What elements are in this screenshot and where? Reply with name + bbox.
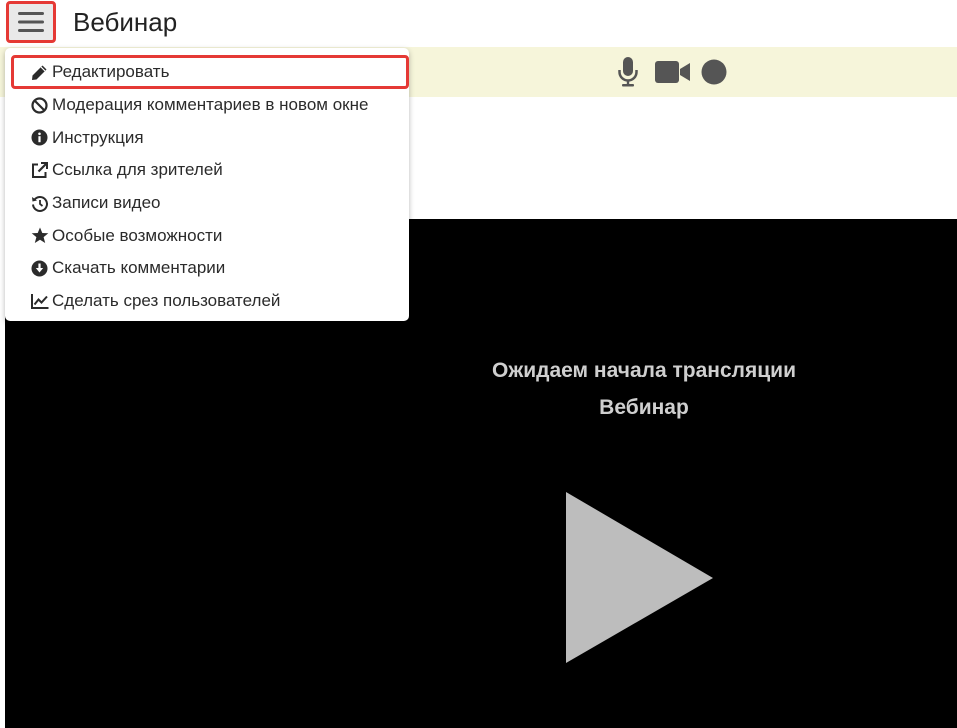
menu-item-special-features[interactable]: Особые возможности: [5, 219, 409, 252]
menu-item-label: Инструкция: [52, 127, 144, 147]
hamburger-menu-icon: [18, 11, 44, 33]
star-icon: [30, 226, 49, 245]
menu-item-download-comments[interactable]: Скачать комментарии: [5, 252, 409, 285]
menu-item-label: Особые возможности: [52, 225, 223, 245]
menu-item-edit[interactable]: Редактировать: [11, 55, 409, 89]
menu-item-instructions[interactable]: Инструкция: [5, 122, 409, 155]
main-menu-dropdown: Редактировать Модерация комментариев в н…: [5, 48, 409, 321]
webinar-name: Вебинар: [599, 396, 689, 419]
line-chart-icon: [30, 291, 49, 310]
history-icon: [30, 194, 49, 213]
menu-button[interactable]: [6, 1, 56, 43]
record-icon[interactable]: [700, 47, 728, 97]
play-icon: [566, 492, 714, 668]
header: Вебинар: [0, 0, 957, 46]
broadcast-status-text: Ожидаем начала трансляции: [492, 359, 796, 382]
player-caption: Ожидаем начала трансляции Вебинар: [470, 352, 818, 426]
download-circle-icon: [30, 259, 49, 278]
play-button[interactable]: [566, 492, 714, 669]
menu-item-user-snapshot[interactable]: Сделать срез пользователей: [5, 285, 409, 318]
video-camera-icon[interactable]: [654, 47, 692, 97]
menu-item-viewer-link[interactable]: Ссылка для зрителей: [5, 154, 409, 187]
external-link-icon: [30, 161, 49, 180]
pencil-icon: [30, 63, 49, 82]
menu-item-label: Редактировать: [52, 62, 170, 81]
page: Вебинар Ожидаем начала трансляции Вебина…: [0, 0, 957, 728]
microphone-icon[interactable]: [616, 47, 640, 97]
menu-item-moderation[interactable]: Модерация комментариев в новом окне: [5, 89, 409, 122]
ban-icon: [30, 96, 49, 115]
menu-item-label: Скачать комментарии: [52, 258, 226, 278]
page-title: Вебинар: [73, 7, 178, 37]
menu-item-label: Модерация комментариев в новом окне: [52, 95, 369, 115]
menu-item-video-records[interactable]: Записи видео: [5, 187, 409, 220]
menu-item-label: Записи видео: [52, 193, 161, 213]
menu-item-label: Сделать срез пользователей: [52, 290, 281, 310]
menu-item-label: Ссылка для зрителей: [52, 160, 223, 180]
info-circle-icon: [30, 128, 49, 147]
